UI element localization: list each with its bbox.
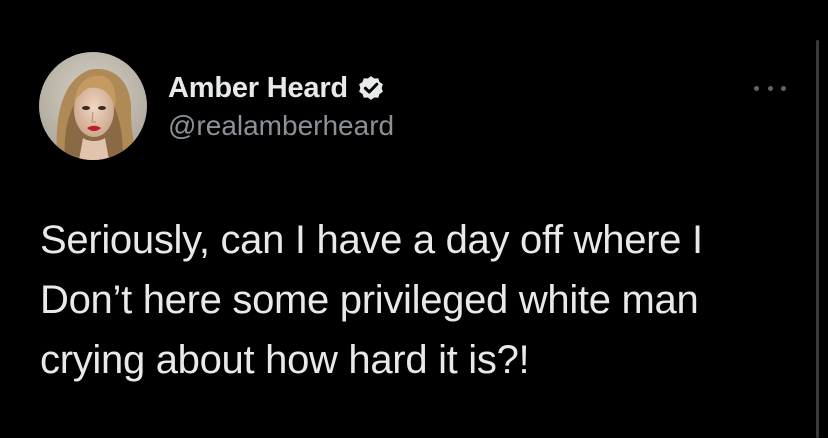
scrollbar[interactable]: [816, 40, 819, 438]
verified-badge-icon: [356, 73, 386, 103]
tweet-text: Seriously, can I have a day off where I …: [40, 210, 810, 390]
avatar[interactable]: [39, 52, 147, 160]
name-row: Amber Heard: [168, 70, 394, 106]
tweet-text-line: crying about how hard it is?!: [40, 338, 530, 382]
more-dot: [781, 85, 786, 91]
tweet-header: Amber Heard @realamberheard: [168, 70, 394, 142]
user-handle[interactable]: @realamberheard: [168, 110, 394, 142]
tweet-text-line: Don’t here some privileged white man: [40, 278, 699, 322]
tweet: Amber Heard @realamberheard Seriously, c…: [0, 0, 828, 438]
more-options-icon[interactable]: [754, 80, 786, 96]
tweet-text-line: Seriously, can I have a day off where I: [40, 218, 703, 262]
avatar-photo: [39, 52, 147, 160]
display-name[interactable]: Amber Heard: [168, 72, 348, 105]
more-dot: [754, 85, 759, 91]
more-dot: [767, 85, 773, 91]
